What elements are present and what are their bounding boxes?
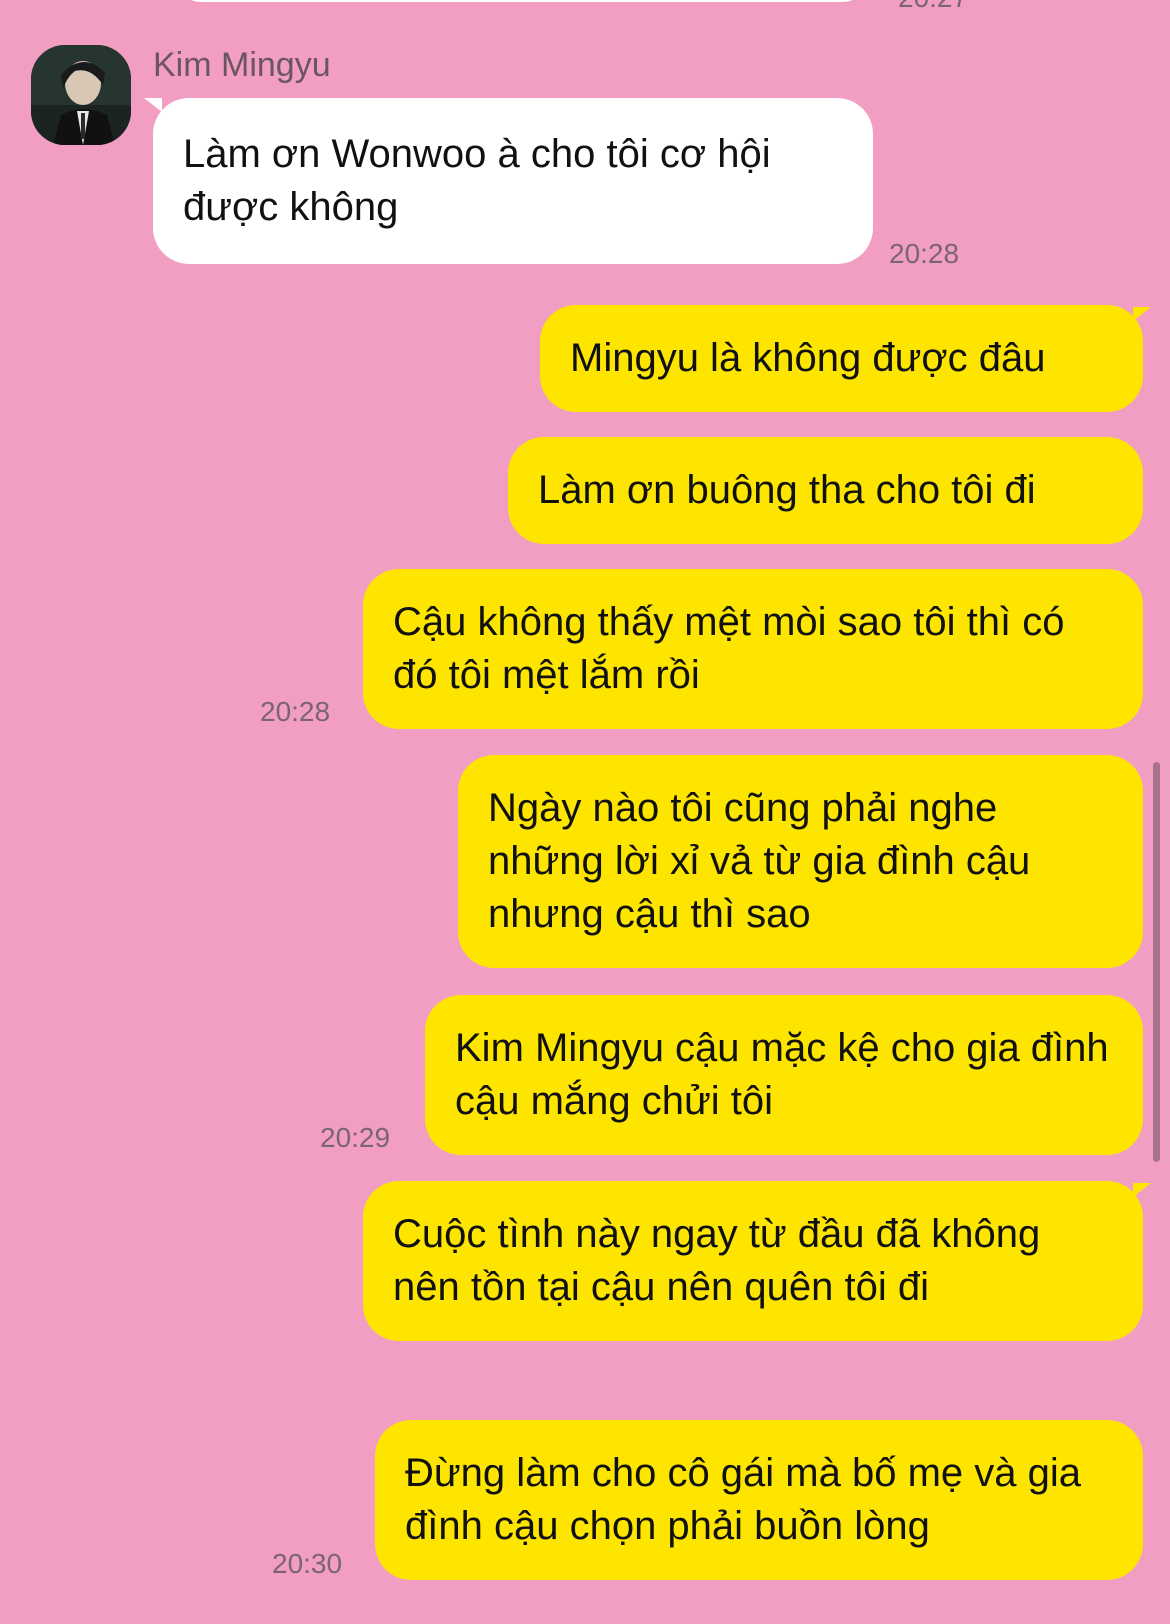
message-text: Làm ơn Wonwoo à cho tôi cơ hội được khôn… <box>183 132 771 229</box>
bubble-tail <box>144 98 162 112</box>
message-time: 20:27 <box>898 0 968 14</box>
previous-message-bubble[interactable] <box>172 0 872 2</box>
avatar-image <box>31 45 131 145</box>
message-text: Mingyu là không được đâu <box>570 336 1046 380</box>
chat-area[interactable]: 20:27 Kim Mingyu Làm ơn Wonwoo à cho tôi… <box>0 0 1170 1624</box>
incoming-message-bubble[interactable]: Làm ơn Wonwoo à cho tôi cơ hội được khôn… <box>153 98 873 264</box>
outgoing-message-bubble[interactable]: Ngày nào tôi cũng phải nghe những lời xỉ… <box>458 755 1143 968</box>
message-text: Cuộc tình này ngay từ đầu đã không nên t… <box>393 1212 1041 1309</box>
contact-name: Kim Mingyu <box>153 46 331 84</box>
message-text: Cậu không thấy mệt mòi sao tôi thì có đó… <box>393 600 1065 697</box>
outgoing-message-bubble[interactable]: Cậu không thấy mệt mòi sao tôi thì có đó… <box>363 569 1143 729</box>
scrollbar[interactable] <box>1153 762 1160 1162</box>
outgoing-message-bubble[interactable]: Mingyu là không được đâu <box>540 305 1143 412</box>
message-text: Ngày nào tôi cũng phải nghe những lời xỉ… <box>488 786 1031 936</box>
outgoing-message-bubble[interactable]: Cuộc tình này ngay từ đầu đã không nên t… <box>363 1181 1143 1341</box>
message-time: 20:30 <box>272 1548 343 1579</box>
message-text: Đừng làm cho cô gái mà bố mẹ và gia đình… <box>405 1451 1081 1548</box>
message-time: 20:28 <box>889 238 960 269</box>
message-time: 20:29 <box>320 1122 391 1153</box>
outgoing-message-bubble[interactable]: Kim Mingyu cậu mặc kệ cho gia đình cậu m… <box>425 995 1143 1155</box>
outgoing-message-bubble[interactable]: Đừng làm cho cô gái mà bố mẹ và gia đình… <box>375 1420 1143 1580</box>
message-time: 20:28 <box>260 696 331 727</box>
message-text: Kim Mingyu cậu mặc kệ cho gia đình cậu m… <box>455 1026 1109 1123</box>
message-text: Làm ơn buông tha cho tôi đi <box>538 468 1036 512</box>
outgoing-message-bubble[interactable]: Làm ơn buông tha cho tôi đi <box>508 437 1143 544</box>
contact-avatar[interactable] <box>31 45 131 145</box>
